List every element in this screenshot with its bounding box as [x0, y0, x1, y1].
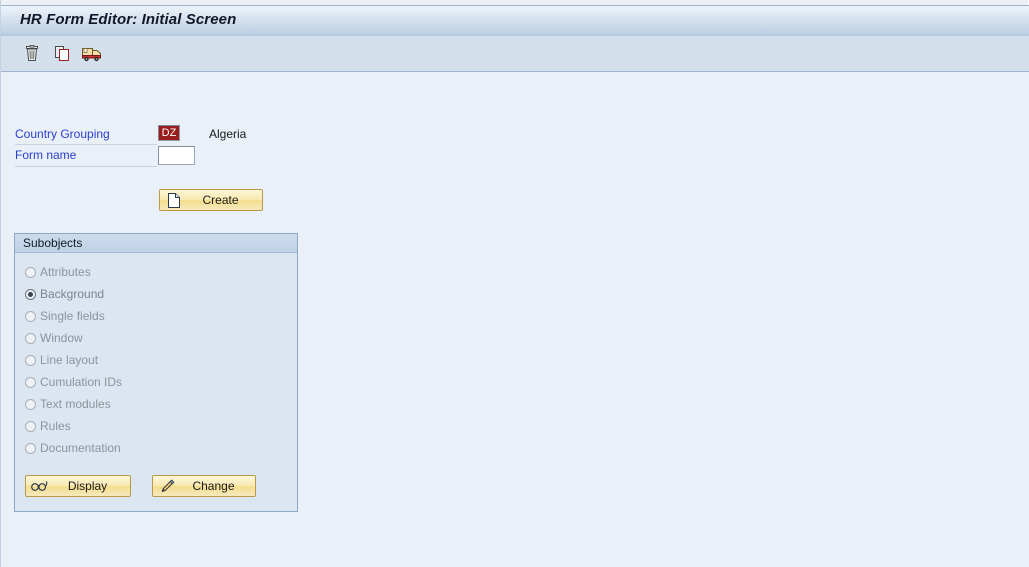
subobject-option-cumulation-ids[interactable]: Cumulation IDs	[25, 371, 297, 393]
subobject-option-single-fields[interactable]: Single fields	[25, 305, 297, 327]
radio-button-icon	[25, 398, 36, 410]
subobject-option-label: Attributes	[40, 265, 91, 279]
copy-icon[interactable]	[51, 43, 73, 64]
toolbar-icon-group	[21, 43, 103, 64]
subobject-option-label: Cumulation IDs	[40, 375, 123, 389]
sap-gui-window: HR Form Editor: Initial Screen Country G…	[0, 0, 1029, 567]
create-button[interactable]: Create	[159, 189, 263, 211]
subobjects-panel-header: Subobjects	[15, 234, 297, 253]
form-name-input[interactable]	[158, 146, 195, 165]
form-name-row: Form name	[15, 148, 76, 162]
subobject-option-window[interactable]: Window	[25, 327, 297, 349]
subobjects-radio-group: Attributes Background Single fields Window L…	[15, 253, 297, 459]
subobject-option-label: Text modules	[40, 397, 111, 411]
radio-button-icon	[25, 288, 36, 300]
country-grouping-label-rule	[15, 144, 157, 145]
form-name-label: Form name	[15, 148, 77, 162]
new-document-icon	[163, 192, 185, 208]
eyeglasses-icon	[29, 480, 51, 492]
radio-button-icon	[25, 420, 36, 432]
create-button-label: Create	[202, 193, 239, 207]
subobject-option-background[interactable]: Background	[25, 283, 297, 305]
delete-icon[interactable]	[21, 43, 43, 64]
radio-button-icon	[25, 266, 36, 278]
subobjects-panel: Subobjects Attributes Background Single fi…	[14, 233, 298, 512]
country-grouping-description: Algeria	[209, 127, 247, 141]
page-title: HR Form Editor: Initial Screen	[20, 11, 237, 28]
subobject-option-label: Rules	[40, 419, 71, 433]
change-button-label: Change	[192, 479, 235, 493]
pencil-icon	[156, 478, 178, 494]
subobject-option-label: Window	[40, 331, 83, 345]
subobject-option-rules[interactable]: Rules	[25, 415, 297, 437]
application-toolbar: © www.tutorialkart.com	[1, 36, 1029, 101]
subobject-option-label: Documentation	[40, 441, 121, 455]
subobject-option-label: Line layout	[40, 353, 99, 367]
title-bar: HR Form Editor: Initial Screen	[1, 5, 1029, 36]
country-grouping-input[interactable]	[158, 125, 180, 141]
subobjects-title: Subobjects	[23, 236, 83, 250]
radio-button-icon	[25, 442, 36, 454]
radio-button-icon	[25, 354, 36, 366]
radio-button-icon	[25, 332, 36, 344]
subobject-option-label: Single fields	[40, 309, 105, 323]
country-grouping-label: Country Grouping	[15, 127, 110, 141]
subobject-option-line-layout[interactable]: Line layout	[25, 349, 297, 371]
country-grouping-row: Country Grouping	[15, 127, 110, 141]
radio-button-icon	[25, 310, 36, 322]
display-button-label: Display	[67, 479, 108, 493]
change-button[interactable]: Change	[152, 475, 256, 497]
subobject-option-attributes[interactable]: Attributes	[25, 261, 297, 283]
form-name-label-rule	[15, 166, 157, 167]
subobject-option-label: Background	[40, 287, 105, 301]
subobject-option-text-modules[interactable]: Text modules	[25, 393, 297, 415]
radio-button-icon	[25, 376, 36, 388]
display-button[interactable]: Display	[25, 475, 131, 497]
subobject-option-documentation[interactable]: Documentation	[25, 437, 297, 459]
transport-truck-icon[interactable]	[81, 43, 103, 64]
